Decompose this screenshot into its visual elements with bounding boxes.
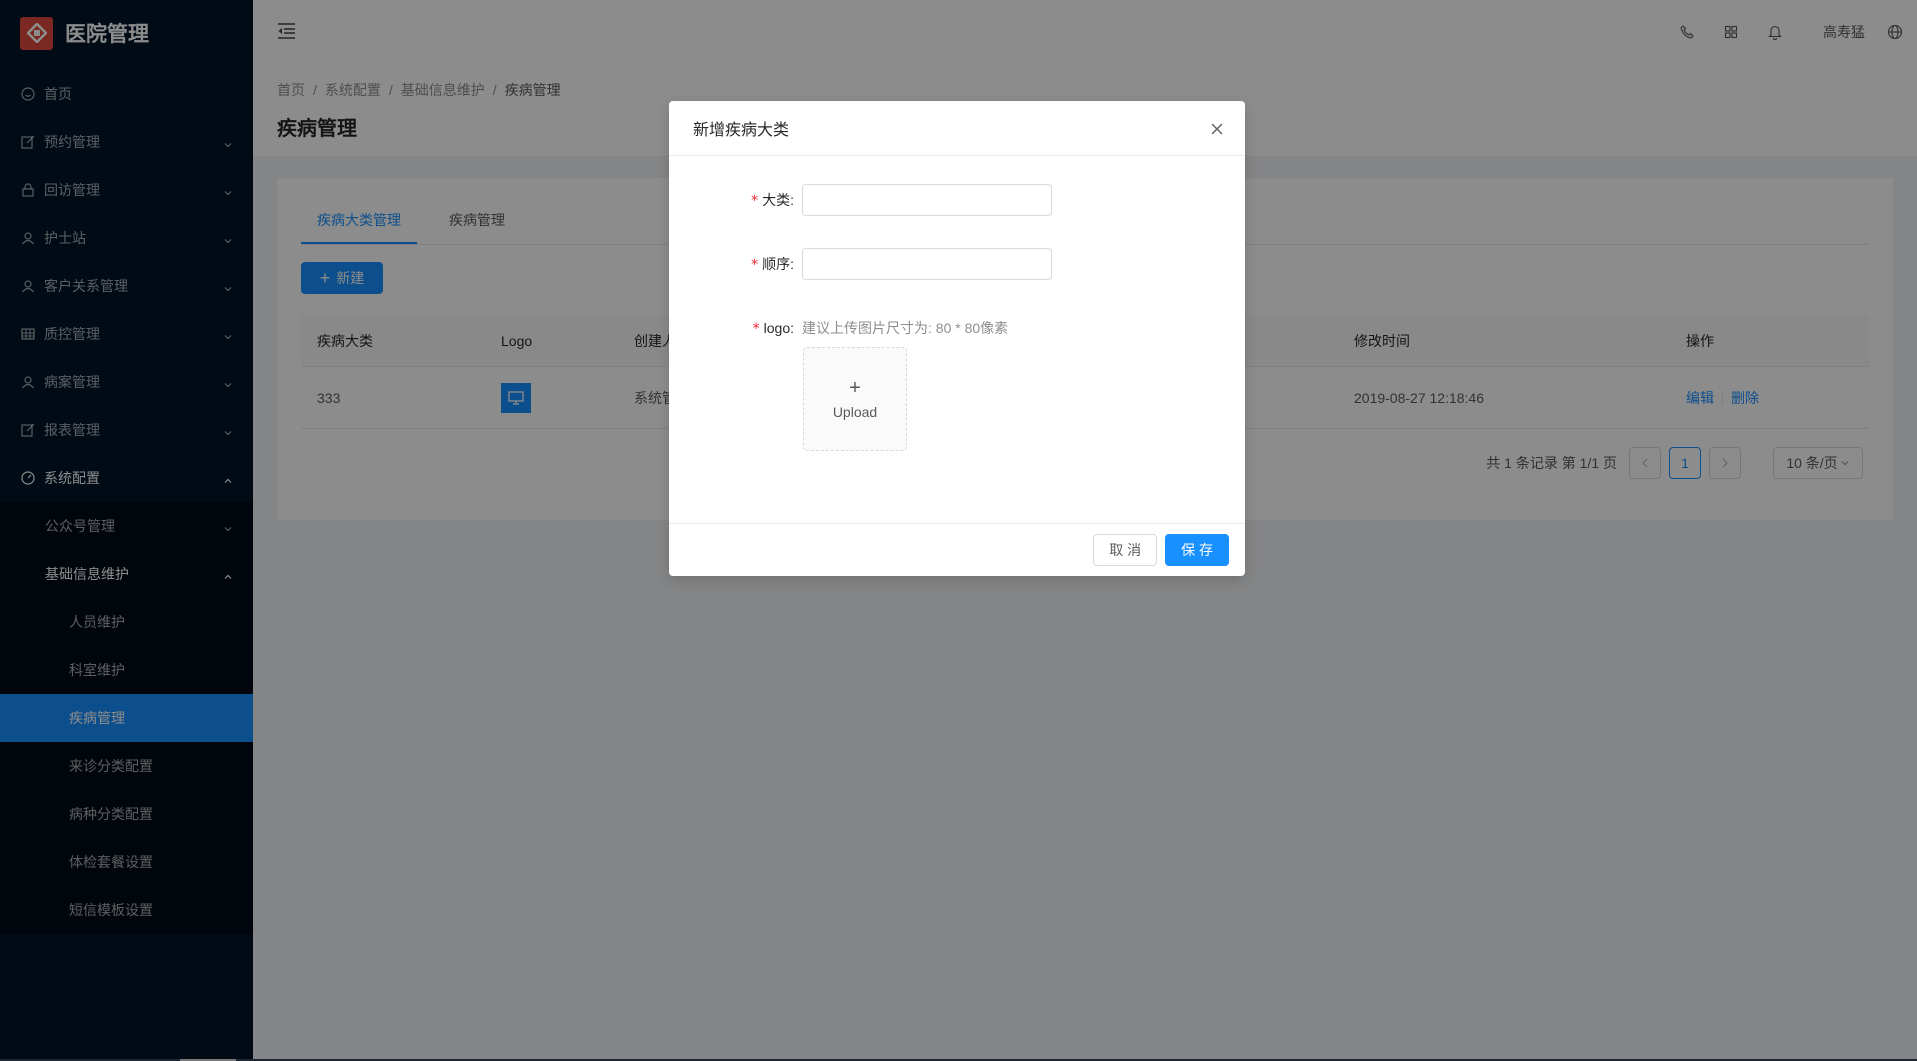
modal-title: 新增疾病大类 — [693, 122, 790, 139]
cancel-button[interactable]: 取 消 — [1093, 534, 1158, 566]
upload-label: Upload — [832, 404, 878, 420]
logo-upload-button[interactable]: + Upload — [803, 347, 907, 451]
category-label: * 大类: — [751, 192, 794, 209]
form-item-category: * 大类: — [669, 184, 1052, 217]
save-button[interactable]: 保 存 — [1165, 534, 1229, 566]
plus-icon: + — [849, 377, 861, 399]
form-item-logo: * logo: 建议上传图片尺寸为: 80 * 80像素 — [669, 312, 1009, 345]
modal-footer: 取 消 保 存 — [669, 523, 1245, 576]
close-icon[interactable] — [1207, 119, 1227, 139]
modal-header: 新增疾病大类 — [669, 101, 1245, 156]
category-input[interactable] — [802, 184, 1052, 216]
logo-label: * logo: — [752, 320, 794, 337]
logo-hint: 建议上传图片尺寸为: 80 * 80像素 — [802, 320, 1009, 336]
order-input[interactable] — [802, 248, 1052, 280]
add-disease-category-modal: 新增疾病大类 * 大类: * 顺序: * logo: 建议上传图片尺寸为: 80 * … — [669, 101, 1245, 576]
order-label: * 顺序: — [751, 256, 794, 273]
form-item-order: * 顺序: — [669, 248, 1052, 281]
